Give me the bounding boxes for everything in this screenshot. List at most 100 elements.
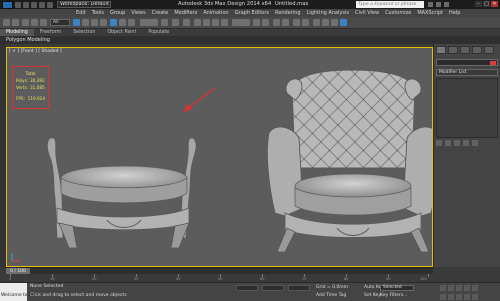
zoom-all-icon[interactable]	[448, 294, 454, 300]
select-and-rotate-icon[interactable]	[119, 19, 126, 26]
material-editor-icon[interactable]	[313, 19, 320, 26]
menu-lighting-analysis[interactable]: Lighting Analysis	[307, 10, 349, 16]
render-production-icon[interactable]	[340, 19, 347, 26]
create-tab-icon[interactable]	[436, 46, 446, 54]
close-button[interactable]: ✕	[491, 1, 498, 7]
make-unique-icon[interactable]	[454, 140, 460, 146]
ottoman-model[interactable]	[46, 137, 197, 249]
add-time-tag[interactable]: Add Time Tag	[316, 293, 346, 298]
percent-snap-icon[interactable]	[212, 19, 219, 26]
key-mode-dropdown[interactable]: Selected	[380, 285, 414, 291]
redo-toolbar-icon[interactable]	[12, 19, 19, 26]
render-setup-icon[interactable]	[322, 19, 329, 26]
menu-edit[interactable]: Edit	[76, 10, 86, 16]
undo-icon[interactable]	[39, 1, 45, 8]
selection-filter-dropdown[interactable]: All	[50, 19, 70, 26]
tab-populate[interactable]: Populate	[142, 29, 175, 36]
select-by-name-icon[interactable]	[82, 19, 89, 26]
viewport-label[interactable]: [ + ] [Front ] [ Shaded ]	[9, 49, 62, 54]
tab-modeling[interactable]: Modeling	[0, 29, 34, 36]
select-object-icon[interactable]	[73, 19, 80, 26]
x-coordinate-field[interactable]	[236, 285, 258, 291]
search-input[interactable]: Type a keyword or phrase	[356, 1, 424, 8]
spinner-snap-icon[interactable]	[221, 19, 228, 26]
tab-object-paint[interactable]: Object Paint	[101, 29, 142, 36]
menu-create[interactable]: Create	[152, 10, 169, 16]
maximize-viewport-icon[interactable]	[472, 294, 478, 300]
schematic-view-icon[interactable]	[302, 19, 309, 26]
menu-views[interactable]: Views	[131, 10, 145, 16]
front-viewport[interactable]: [ + ] [Front ] [ Shaded ] Total Polys: 3…	[6, 47, 433, 267]
help-icon[interactable]	[444, 2, 449, 7]
menu-customize[interactable]: Customize	[385, 10, 411, 16]
display-tab-icon[interactable]	[484, 46, 494, 54]
window-crossing-icon[interactable]	[100, 19, 107, 26]
binoculars-icon[interactable]	[428, 2, 433, 7]
maxscript-listener[interactable]: Welcome to MAX	[0, 283, 39, 301]
snap-toggle-icon[interactable]	[194, 19, 201, 26]
key-filters-button[interactable]: Key Filters...	[380, 293, 407, 298]
open-file-icon[interactable]	[23, 1, 29, 8]
modify-tab-icon[interactable]	[448, 46, 458, 54]
orbit-icon[interactable]	[464, 294, 470, 300]
select-and-move-icon[interactable]	[110, 19, 117, 26]
motion-tab-icon[interactable]	[472, 46, 482, 54]
previous-frame-icon[interactable]	[448, 285, 454, 291]
named-selection-sets-dropdown[interactable]	[232, 19, 250, 26]
hierarchy-tab-icon[interactable]	[460, 46, 470, 54]
select-manipulate-icon[interactable]	[172, 19, 179, 26]
menu-rendering[interactable]: Rendering	[275, 10, 301, 16]
menu-civil-view[interactable]: Civil View	[355, 10, 379, 16]
maximize-button[interactable]: □	[483, 1, 490, 7]
play-icon[interactable]	[456, 285, 462, 291]
workspace-dropdown[interactable]: Workspace: Default	[57, 1, 111, 8]
menu-group[interactable]: Group	[110, 10, 125, 16]
tab-freeform[interactable]: Freeform	[34, 29, 67, 36]
new-file-icon[interactable]	[15, 1, 21, 8]
app-logo-icon[interactable]	[2, 0, 13, 9]
y-coordinate-field[interactable]	[262, 285, 284, 291]
menu-graph-editors[interactable]: Graph Editors	[235, 10, 269, 16]
unlink-icon[interactable]	[31, 19, 38, 26]
select-and-scale-icon[interactable]	[128, 19, 135, 26]
remove-modifier-icon[interactable]	[463, 140, 469, 146]
layer-manager-icon[interactable]	[273, 19, 280, 26]
show-end-result-icon[interactable]	[445, 140, 451, 146]
menu-modifiers[interactable]: Modifiers	[174, 10, 197, 16]
link-icon[interactable]	[22, 19, 29, 26]
z-coordinate-field[interactable]	[288, 285, 310, 291]
armchair-model[interactable]	[266, 69, 433, 253]
zoom-icon[interactable]	[440, 294, 446, 300]
tab-selection[interactable]: Selection	[67, 29, 101, 36]
rendered-frame-icon[interactable]	[331, 19, 338, 26]
curve-editor-icon[interactable]	[293, 19, 300, 26]
menu-tools[interactable]: Tools	[92, 10, 104, 16]
next-frame-icon[interactable]	[464, 285, 470, 291]
align-icon[interactable]	[262, 19, 269, 26]
graphite-toggle-icon[interactable]	[282, 19, 289, 26]
mirror-icon[interactable]	[253, 19, 260, 26]
menu-maxscript[interactable]: MAXScript	[417, 10, 443, 16]
pivot-center-icon[interactable]	[161, 19, 168, 26]
angle-snap-icon[interactable]	[203, 19, 210, 26]
minimize-button[interactable]: –	[475, 1, 482, 7]
track-bar[interactable]: 0 10 20 30 40 50 60 70 80 90 100	[6, 274, 433, 282]
rectangle-selection-icon[interactable]	[91, 19, 98, 26]
configure-sets-icon[interactable]	[472, 140, 478, 146]
modifier-stack[interactable]	[436, 78, 498, 138]
keyboard-shortcut-icon[interactable]	[183, 19, 190, 26]
redo-icon[interactable]	[47, 1, 53, 8]
menu-animation[interactable]: Animation	[203, 10, 229, 16]
menu-help[interactable]: Help	[449, 10, 460, 16]
ribbon-panel-label[interactable]: Polygon Modeling	[0, 36, 500, 44]
bind-space-warp-icon[interactable]	[40, 19, 47, 26]
undo-toolbar-icon[interactable]	[3, 19, 10, 26]
time-slider-track[interactable]: 0 / 100	[6, 267, 433, 275]
pan-icon[interactable]	[456, 294, 462, 300]
object-color-swatch[interactable]	[490, 61, 496, 65]
modifier-list-dropdown[interactable]: Modifier List	[436, 69, 498, 76]
set-key-button[interactable]: Set Key	[364, 293, 381, 298]
reference-coordinate-dropdown[interactable]	[140, 19, 158, 26]
star-icon[interactable]	[436, 2, 441, 7]
pin-stack-icon[interactable]	[436, 140, 442, 146]
